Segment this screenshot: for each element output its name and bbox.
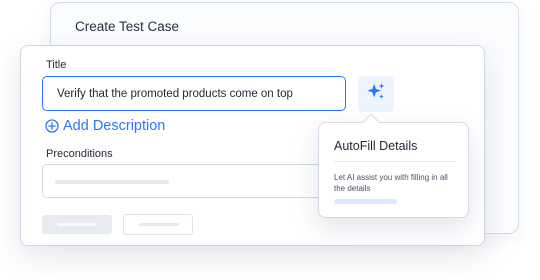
popover-divider [334,161,455,162]
preconditions-input[interactable] [42,164,346,198]
primary-button-placeholder[interactable] [42,215,112,234]
dialog-title: Create Test Case [75,19,180,34]
autofill-button[interactable] [358,76,394,112]
popover-progress-placeholder [334,199,397,204]
popover-description: Let AI assist you with filling in all th… [334,173,448,193]
add-description-label: Add Description [63,118,166,134]
add-description-link[interactable]: Add Description [45,118,165,134]
title-label: Title [46,59,67,71]
secondary-button-placeholder[interactable] [123,214,193,235]
title-input[interactable] [42,76,346,111]
plus-circle-icon [45,119,59,133]
popover-title: AutoFill Details [334,139,418,153]
preconditions-placeholder [55,180,169,184]
primary-button-label-placeholder [57,223,97,226]
sparkle-icon [365,81,387,108]
preconditions-label: Preconditions [46,148,113,160]
secondary-button-label-placeholder [139,223,179,226]
autofill-popover: AutoFill Details Let AI assist you with … [318,113,469,218]
